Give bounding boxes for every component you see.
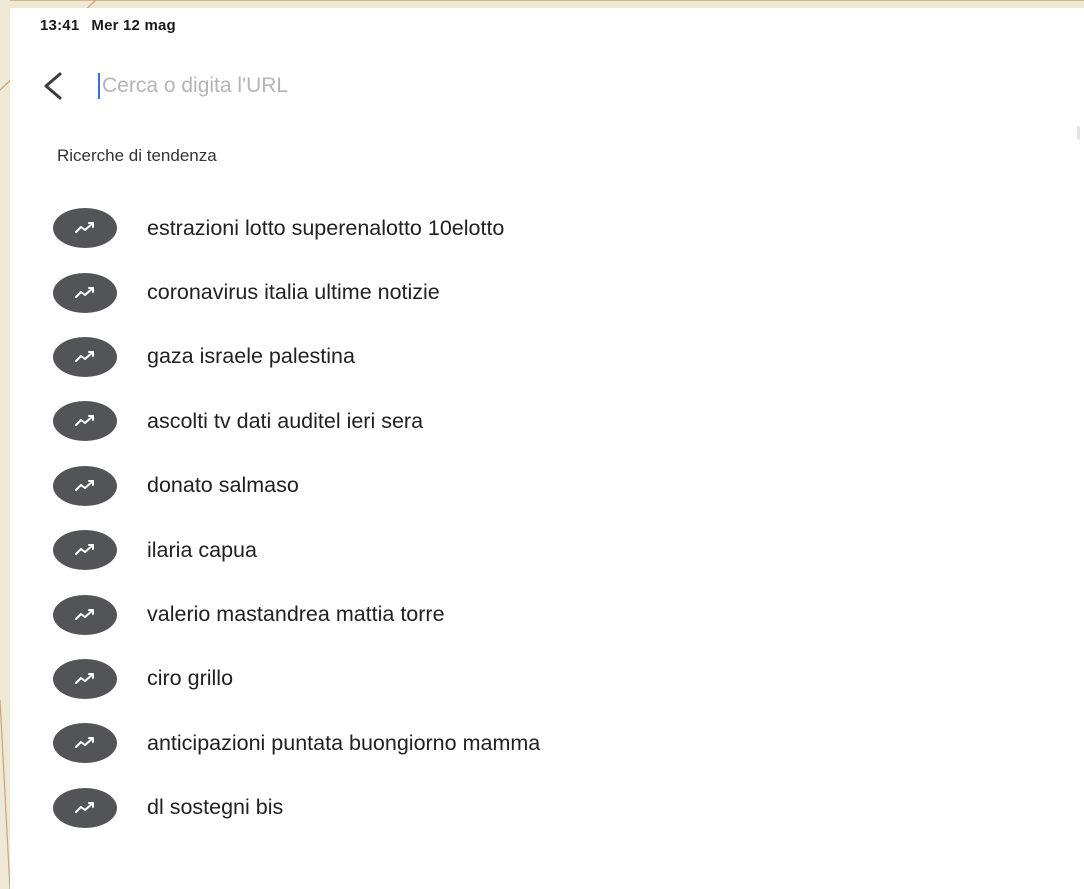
status-time: 13:41 — [40, 16, 80, 34]
trending-up-icon — [53, 594, 117, 635]
scroll-indicator — [1077, 126, 1080, 140]
trending-up-icon — [53, 401, 117, 442]
trending-item-label: ilaria capua — [147, 537, 257, 562]
trending-item[interactable]: anticipazioni puntata buongiorno mamma — [53, 711, 540, 775]
trending-up-icon — [53, 465, 117, 506]
trending-item-label: ascolti tv dati auditel ieri sera — [147, 408, 424, 433]
trending-item[interactable]: dl sostegni bis — [53, 776, 540, 840]
trending-item[interactable]: donato salmaso — [53, 454, 540, 518]
text-cursor — [98, 73, 100, 99]
trending-up-icon — [53, 336, 117, 377]
trending-item[interactable]: estrazioni lotto superenalotto 10elotto — [53, 196, 540, 260]
trending-item-label: donato salmaso — [147, 473, 299, 498]
trending-up-icon — [53, 658, 117, 699]
trending-item[interactable]: valerio mastandrea mattia torre — [53, 582, 540, 646]
search-bar — [40, 64, 1040, 108]
trending-list: estrazioni lotto superenalotto 10elotto … — [53, 196, 540, 840]
trending-item[interactable]: ciro grillo — [53, 647, 540, 711]
trending-up-icon — [53, 787, 117, 828]
trending-item-label: estrazioni lotto superenalotto 10elotto — [147, 215, 505, 240]
trending-item-label: gaza israele palestina — [147, 344, 355, 369]
trending-item-label: coronavirus italia ultime notizie — [147, 280, 440, 305]
trending-item[interactable]: coronavirus italia ultime notizie — [53, 260, 540, 324]
status-bar: 13:41 Mer 12 mag — [40, 14, 176, 36]
trending-up-icon — [53, 272, 117, 313]
search-input[interactable] — [102, 74, 702, 98]
browser-screen: 13:41 Mer 12 mag Ricerche di tendenza es… — [10, 8, 1084, 889]
trending-item[interactable]: ilaria capua — [53, 518, 540, 582]
status-date: Mer 12 mag — [91, 16, 176, 34]
trending-up-icon — [53, 208, 117, 249]
trending-up-icon — [53, 723, 117, 764]
trending-item-label: anticipazioni puntata buongiorno mamma — [147, 730, 541, 755]
trending-item-label: valerio mastandrea mattia torre — [147, 602, 445, 627]
trending-item[interactable]: ascolti tv dati auditel ieri sera — [53, 389, 540, 453]
back-button[interactable] — [40, 66, 80, 106]
trending-up-icon — [53, 530, 117, 571]
trending-item-label: ciro grillo — [147, 666, 234, 691]
trending-item-label: dl sostegni bis — [147, 795, 284, 820]
trending-section-title: Ricerche di tendenza — [57, 146, 217, 165]
trending-item[interactable]: gaza israele palestina — [53, 325, 540, 389]
chevron-left-icon — [44, 72, 62, 100]
